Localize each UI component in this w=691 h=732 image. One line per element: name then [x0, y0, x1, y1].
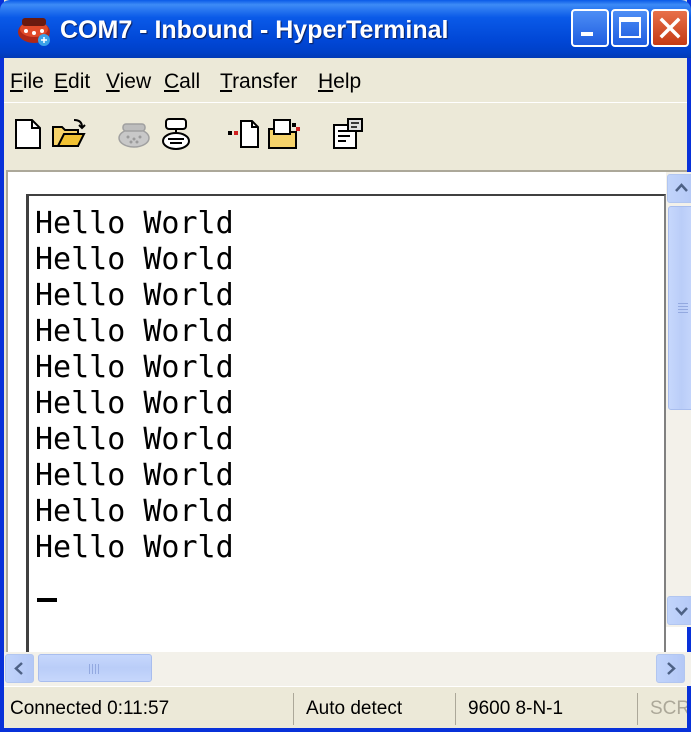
minimize-icon — [581, 32, 593, 36]
terminal-output: Hello World Hello World Hello World Hell… — [35, 206, 234, 566]
menu-view-label: iew — [119, 70, 152, 93]
scroll-right-button[interactable] — [656, 654, 685, 683]
vertical-scrollbar[interactable] — [666, 172, 691, 627]
terminal-line: Hello World — [35, 386, 234, 421]
vertical-scroll-thumb[interactable] — [668, 206, 691, 410]
menu-file-label: ile — [22, 70, 44, 93]
chevron-up-icon — [675, 183, 688, 192]
status-port-settings: 9600 8-N-1 — [462, 693, 638, 725]
terminal-line: Hello World — [35, 494, 234, 529]
terminal-line: Hello World — [35, 314, 234, 349]
terminal-line: Hello World — [35, 206, 234, 241]
horizontal-scroll-thumb[interactable] — [38, 654, 152, 682]
terminal-line: Hello World — [35, 242, 234, 277]
status-connection: Connected 0:11:57 — [4, 693, 294, 725]
terminal-screen[interactable]: Hello World Hello World Hello World Hell… — [26, 194, 666, 654]
status-auto-detect: Auto detect — [300, 693, 456, 725]
text-cursor — [37, 598, 57, 602]
terminal-line: Hello World — [35, 458, 234, 493]
maximize-button[interactable] — [611, 9, 649, 47]
toolbar — [4, 102, 687, 164]
status-scroll-lock: SCRO — [650, 698, 687, 719]
menu-bar: File Edit View Call Transfer Help — [4, 58, 687, 102]
scroll-left-button[interactable] — [5, 654, 34, 683]
menu-help[interactable]: Help — [314, 68, 365, 96]
terminal-line: Hello World — [35, 530, 234, 565]
horizontal-scrollbar[interactable] — [4, 652, 691, 686]
menu-help-label: elp — [333, 70, 362, 93]
menu-transfer[interactable]: Transfer — [216, 68, 301, 96]
menu-call-accel: C — [164, 70, 180, 93]
scroll-down-button[interactable] — [667, 596, 691, 625]
connect-icon[interactable] — [116, 117, 152, 151]
menu-help-accel: H — [318, 70, 334, 93]
menu-file-accel: F — [10, 70, 23, 93]
close-button[interactable] — [651, 9, 689, 47]
menu-edit-label: dit — [68, 70, 91, 93]
minimize-button[interactable] — [571, 9, 609, 47]
menu-call-label: all — [179, 70, 201, 93]
receive-icon[interactable] — [266, 117, 302, 151]
menu-view-accel: V — [106, 70, 120, 93]
menu-call[interactable]: Call — [160, 68, 204, 96]
properties-icon[interactable] — [330, 117, 366, 151]
menu-transfer-accel: T — [220, 70, 233, 93]
terminal-line: Hello World — [35, 278, 234, 313]
new-icon[interactable] — [10, 117, 46, 151]
window-title: COM7 - Inbound - HyperTerminal — [60, 16, 449, 44]
maximize-icon — [619, 17, 641, 38]
status-bar: Connected 0:11:57 Auto detect 9600 8-N-1… — [4, 686, 687, 728]
close-icon — [659, 17, 681, 39]
scroll-up-button[interactable] — [667, 174, 691, 203]
send-icon[interactable] — [226, 117, 262, 151]
terminal-panel: Hello World Hello World Hello World Hell… — [6, 170, 691, 654]
chevron-right-icon — [667, 662, 676, 675]
terminal-line: Hello World — [35, 422, 234, 457]
chevron-left-icon — [14, 662, 23, 675]
menu-view[interactable]: View — [102, 68, 155, 96]
menu-edit-accel: E — [54, 70, 69, 93]
menu-transfer-label: ransfer — [232, 70, 298, 93]
hyperterminal-window: COM7 - Inbound - HyperTerminal File Edit… — [0, 0, 691, 732]
title-bar[interactable]: COM7 - Inbound - HyperTerminal — [0, 0, 691, 58]
open-icon[interactable] — [50, 117, 86, 151]
hyperterminal-phone-icon — [18, 18, 50, 46]
terminal-line: Hello World — [35, 350, 234, 385]
menu-edit[interactable]: Edit — [50, 68, 94, 96]
disconnect-icon[interactable] — [158, 117, 194, 151]
menu-file[interactable]: File — [6, 68, 48, 96]
chevron-down-icon — [675, 607, 688, 616]
